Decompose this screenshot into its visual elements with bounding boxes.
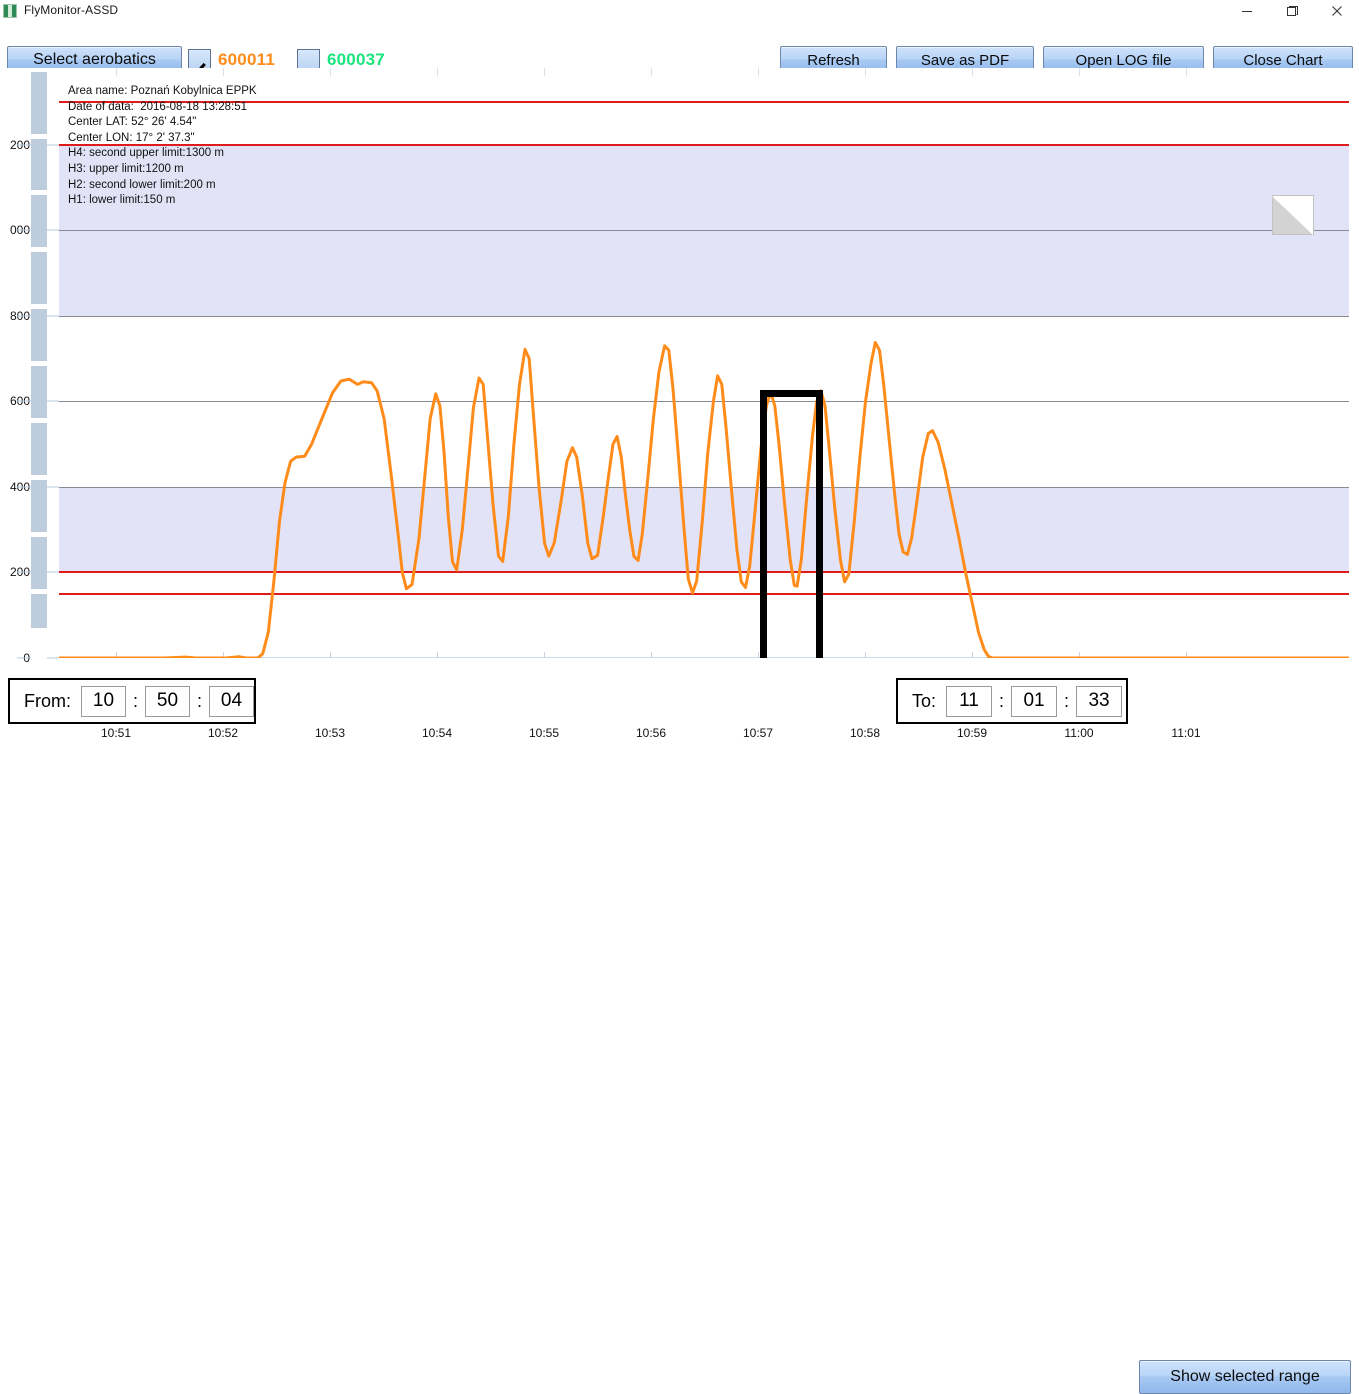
window-title: FlyMonitor-ASSD: [24, 3, 119, 17]
y-tick-200: [47, 571, 59, 573]
y-axis-scrollbar[interactable]: [31, 72, 47, 628]
altitude-chart[interactable]: 0200400600800000200 Area name: Poznań Ko…: [0, 68, 1359, 740]
to-sep-1: :: [999, 690, 1005, 711]
to-sep-2: :: [1064, 690, 1070, 711]
close-icon[interactable]: [1314, 0, 1359, 22]
app-icon: [3, 4, 17, 18]
to-label: To:: [912, 690, 937, 711]
fly-monitor-window: FlyMonitor-ASSD Select aerobatics 600011…: [0, 0, 1359, 1394]
x-axis-label-11-00: 11:00: [1064, 726, 1094, 740]
series-label-600037: 600037: [327, 50, 385, 69]
from-minutes-input[interactable]: 50: [145, 685, 190, 717]
y-tick-1200: [17, 144, 31, 146]
x-axis-label-10-54: 10:54: [421, 726, 453, 740]
x-axis-label-10-57: 10:57: [742, 726, 774, 740]
y-axis-labels: 0200400600800000200: [0, 68, 32, 665]
series-label-600011: 600011: [218, 50, 275, 69]
y-tick-400: [17, 486, 31, 488]
title-bar: FlyMonitor-ASSD: [0, 0, 1359, 23]
chart-info-panel: Area name: Poznań Kobylnica EPPK Date of…: [59, 68, 1349, 220]
x-axis-label-11-01: 11:01: [1171, 726, 1201, 740]
y-tick-1000: [17, 229, 31, 231]
show-selected-range-button[interactable]: Show selected range: [1139, 1360, 1351, 1394]
selection-rectangle[interactable]: [760, 390, 823, 658]
y-tick-800: [17, 315, 31, 317]
from-label: From:: [24, 690, 71, 711]
from-sep-1: :: [132, 690, 138, 711]
window-controls: [1224, 0, 1359, 22]
x-axis-label-10-55: 10:55: [528, 726, 560, 740]
from-hours-input[interactable]: 10: [81, 685, 126, 717]
x-axis-labels: 10:51 10:52 10:53 10:54 10:55 10:56 10:57 10:58…: [0, 726, 1359, 744]
x-axis-label-10-59: 10:59: [956, 726, 988, 740]
y-tick-1200: [47, 144, 59, 146]
from-seconds-input[interactable]: 04: [209, 685, 254, 717]
y-tick-600: [17, 400, 31, 402]
x-axis-label-10-56: 10:56: [635, 726, 667, 740]
x-axis-label-10-58: 10:58: [849, 726, 881, 740]
y-tick-0: [17, 657, 31, 659]
range-controls: From: 10 : 50 : 04 To: 11 : 01 : 33 Show…: [0, 676, 1359, 1394]
to-minutes-input[interactable]: 01: [1011, 685, 1058, 717]
from-sep-2: :: [196, 690, 202, 711]
x-axis-label-10-53: 10:53: [314, 726, 346, 740]
y-tick-800: [47, 315, 59, 317]
y-tick-400: [47, 486, 59, 488]
chart-info-text: Area name: Poznań Kobylnica EPPK Date of…: [68, 85, 257, 207]
to-seconds-input[interactable]: 33: [1076, 685, 1123, 717]
maximize-icon[interactable]: [1269, 0, 1314, 22]
y-tick-600: [47, 400, 59, 402]
y-tick-1000: [47, 229, 59, 231]
to-time-group: To: 11 : 01 : 33: [896, 678, 1128, 724]
from-time-group: From: 10 : 50 : 04: [8, 678, 256, 724]
y-tick-0: [47, 657, 59, 659]
to-hours-input[interactable]: 11: [946, 685, 993, 717]
x-axis-label-10-52: 10:52: [207, 726, 239, 740]
toolbar: Select aerobatics 600011 600037 Refresh …: [0, 22, 1359, 74]
minimize-icon[interactable]: [1224, 0, 1269, 22]
x-axis-label-10-51: 10:51: [100, 726, 132, 740]
y-tick-200: [17, 571, 31, 573]
